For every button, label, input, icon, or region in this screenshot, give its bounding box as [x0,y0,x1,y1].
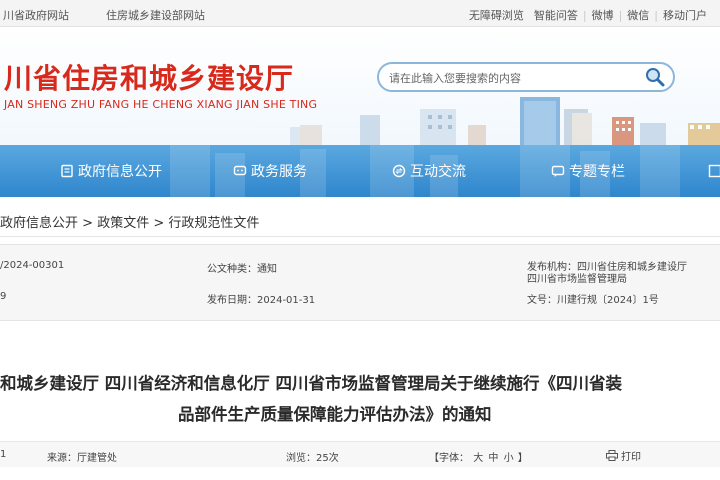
font-size-control: 【字体： 大 中 小 】 [429,449,528,464]
top-utility-bar: 川省政府网站 住房城乡建设部网站 无障碍浏览 智能问答 | 微博 | 微信 | … [0,0,720,27]
nav-gov-info[interactable]: 政府信息公开 [60,145,162,197]
breadcrumb-separator: > [78,216,98,231]
publish-date-fragment: 1 [0,449,7,460]
breadcrumb: 政府信息公开 > 政策文件 > 行政规范性文件 [0,212,259,231]
nav-label: 互动交流 [410,164,466,180]
publish-date: 发布日期：2024-01-31 [207,295,316,306]
document-title-line-2: 品部件生产质量保障能力评估办法》的通知 [178,405,492,424]
mohurd-link[interactable]: 住房城乡建设部网站 [106,7,205,23]
document-title-line-1: 和城乡建设厅 四川省经济和信息化厅 四川省市场监督管理局关于继续施行《四川省装 [0,374,622,393]
font-small-button[interactable]: 小 [503,453,515,464]
nav-special-topics[interactable]: 专题专栏 [551,145,625,197]
font-size-bracket: 】 [517,453,528,464]
document-number: 文号：川建行规〔2024〕1号 [527,295,659,306]
font-medium-button[interactable]: 中 [487,453,499,464]
breadcrumb-separator: > [149,216,169,231]
font-size-label: 【字体： [429,453,469,464]
mobile-portal-link[interactable]: 移动门户 [658,7,712,23]
utility-links: 无障碍浏览 智能问答 | 微博 | 微信 | 移动门户 [464,7,712,23]
accessibility-link[interactable]: 无障碍浏览 [464,7,529,23]
nav-gov-services[interactable]: 政务服务 [233,145,307,197]
document-info-table: /2024-00301 公文种类：通知 发布机构：四川省住房和城乡建设厅 四川省… [0,244,720,321]
issuing-agency-extra: 四川省市场监督管理局 [527,274,627,285]
document-type: 公文种类：通知 [207,264,277,275]
weibo-link[interactable]: 微博 [587,7,619,23]
grid-icon [708,164,720,178]
breadcrumb-normative-docs[interactable]: 行政规范性文件 [168,216,259,231]
search-box [377,62,675,92]
nav-interaction[interactable]: 互动交流 [392,145,466,197]
breadcrumb-policy-docs[interactable]: 政策文件 [97,216,149,231]
site-header: 川省住房和城乡建设厅 JAN SHENG ZHU FANG HE CHENG X… [0,27,720,145]
written-date: 9 [0,291,7,302]
search-icon[interactable] [643,66,667,88]
document-icon [61,164,73,178]
source-label: 来源：厅建管处 [47,453,117,464]
province-gov-link[interactable]: 川省政府网站 [3,7,69,23]
site-subtitle-pinyin: JAN SHENG ZHU FANG HE CHENG XIANG JIAN S… [4,98,318,111]
document-meta-bar: 1 来源：厅建管处 浏览：25次 【字体： 大 中 小 】 打印 [0,441,720,467]
nav-label: 政务服务 [251,164,307,180]
exchange-icon [392,164,406,178]
chat-icon [233,165,247,176]
font-large-button[interactable]: 大 [472,453,484,464]
index-number: /2024-00301 [0,260,65,271]
main-nav: 政府信息公开 政务服务 互动交流 专题专栏 [0,145,720,197]
wechat-link[interactable]: 微信 [622,7,654,23]
printer-icon [606,450,618,461]
view-count: 浏览：25次 [286,453,339,464]
search-input[interactable] [389,69,639,87]
nav-label: 专题专栏 [569,164,625,180]
breadcrumb-gov-info[interactable]: 政府信息公开 [0,216,78,231]
site-title[interactable]: 川省住房和城乡建设厅 [4,57,294,97]
nav-more[interactable] [708,145,720,197]
print-button[interactable]: 打印 [606,448,641,463]
print-label: 打印 [621,452,641,463]
smart-qa-link[interactable]: 智能问答 [529,7,583,23]
divider [0,236,720,237]
message-icon [551,165,565,177]
nav-label: 政府信息公开 [78,164,162,180]
